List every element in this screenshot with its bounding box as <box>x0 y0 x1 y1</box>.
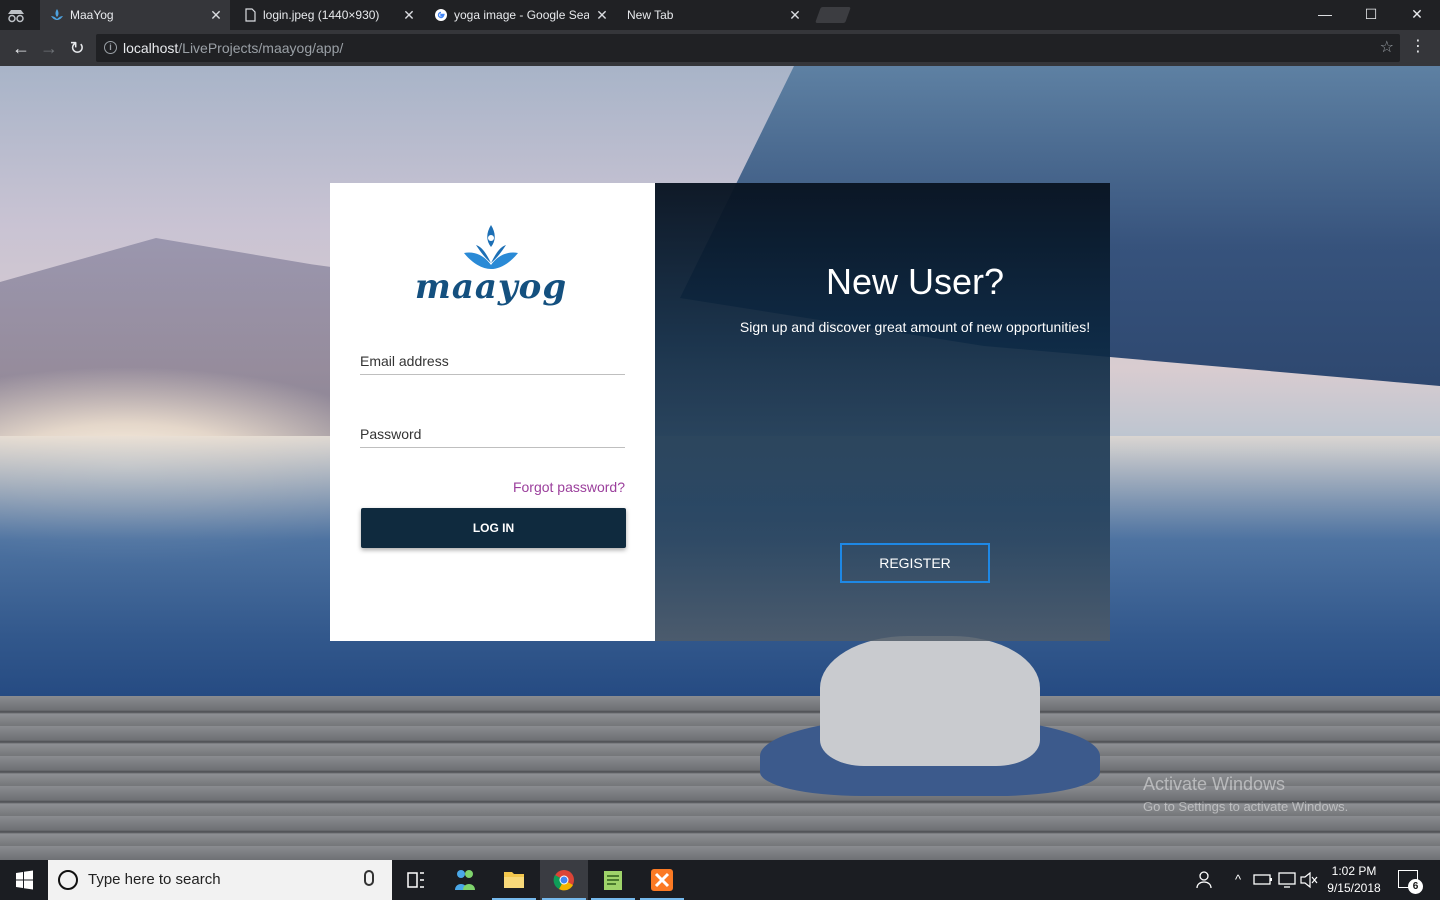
show-hidden-icons-chevron-icon[interactable]: ^ <box>1228 860 1248 900</box>
taskbar-search-placeholder: Type here to search <box>88 871 221 888</box>
page-background: maayog Forgot password? LOG IN New User?… <box>0 66 1440 860</box>
register-title: New User? <box>825 261 1005 302</box>
browser-tab-bar: MaaYog ✕ login.jpeg (1440×930) ✕ yoga im… <box>0 0 1440 30</box>
password-field-wrapper <box>360 422 625 448</box>
tab-close-icon[interactable]: ✕ <box>594 0 610 30</box>
tab-close-icon[interactable]: ✕ <box>401 0 417 30</box>
google-icon <box>435 9 447 21</box>
cortana-icon <box>58 870 78 890</box>
clock-time: 1:02 PM <box>1331 864 1377 878</box>
chrome-icon <box>553 870 574 891</box>
document-icon <box>245 8 256 22</box>
browser-menu-icon[interactable]: ⋮ <box>1408 36 1428 56</box>
maayog-favicon-icon <box>51 9 63 20</box>
logo-text: maayog <box>414 267 568 307</box>
activate-windows-watermark: Activate Windows Go to Settings to activ… <box>1143 774 1348 814</box>
register-subtitle: Sign up and discover great amount of new… <box>739 319 1091 335</box>
browser-toolbar: ← → ↻ i localhost/LiveProjects/maayog/ap… <box>0 30 1440 66</box>
watermark-title: Activate Windows <box>1143 774 1286 794</box>
email-field[interactable] <box>360 349 625 373</box>
address-bar[interactable]: i localhost/LiveProjects/maayog/app/ ☆ <box>96 34 1400 62</box>
minimize-button[interactable]: — <box>1302 0 1348 30</box>
back-arrow-icon[interactable]: ← <box>9 36 33 60</box>
reload-icon[interactable]: ↻ <box>65 36 89 60</box>
windows-taskbar: Type here to search ^ 1:02 PM 9/15/2018 … <box>0 860 1440 900</box>
people-app-icon[interactable] <box>441 860 489 900</box>
file-explorer-taskbar-button[interactable] <box>490 860 538 900</box>
microphone-icon[interactable] <box>364 870 374 886</box>
notepad-icon <box>604 871 622 890</box>
forward-arrow-icon[interactable]: → <box>37 36 61 60</box>
bookmark-star-icon[interactable]: ☆ <box>1380 34 1394 62</box>
login-panel: maayog Forgot password? LOG IN <box>330 183 655 641</box>
task-view-icon[interactable] <box>392 860 440 900</box>
watermark-subtitle: Go to Settings to activate Windows. <box>1143 799 1349 814</box>
password-field[interactable] <box>360 422 625 446</box>
tab-login-jpeg[interactable]: login.jpeg (1440×930) ✕ <box>233 0 423 30</box>
incognito-icon <box>8 10 24 23</box>
new-tab-button[interactable] <box>815 7 851 23</box>
lotus-icon <box>464 225 518 269</box>
tab-maayog[interactable]: MaaYog ✕ <box>40 0 230 30</box>
taskbar-clock[interactable]: 1:02 PM 9/15/2018 <box>1322 863 1386 897</box>
clock-date: 9/15/2018 <box>1327 881 1381 895</box>
xampp-icon <box>651 869 673 891</box>
tab-close-icon[interactable]: ✕ <box>787 0 803 30</box>
people-tray-icon[interactable] <box>1190 860 1218 900</box>
taskbar-search-box[interactable]: Type here to search <box>48 860 392 900</box>
email-field-wrapper <box>360 349 625 375</box>
tab-new-tab[interactable]: New Tab ✕ <box>617 0 809 30</box>
url-text[interactable]: localhost/LiveProjects/maayog/app/ <box>123 34 343 62</box>
chrome-taskbar-button[interactable] <box>540 860 588 900</box>
site-info-icon[interactable]: i <box>104 41 117 54</box>
volume-muted-icon[interactable] <box>1298 860 1320 900</box>
tab-title: login.jpeg (1440×930) <box>263 8 380 22</box>
xampp-taskbar-button[interactable] <box>638 860 686 900</box>
notepad-taskbar-button[interactable] <box>589 860 637 900</box>
network-icon[interactable] <box>1276 860 1298 900</box>
tab-title: New Tab <box>627 8 674 22</box>
tab-google-search[interactable]: yoga image - Google Sea ✕ <box>424 0 616 30</box>
notification-count-badge: 6 <box>1408 879 1423 894</box>
background-meditating-person <box>760 636 1100 806</box>
register-panel: New User? Sign up and discover great amo… <box>655 183 1110 641</box>
forgot-password-link[interactable]: Forgot password? <box>513 479 625 495</box>
battery-icon[interactable] <box>1252 860 1274 900</box>
windows-start-icon[interactable] <box>0 860 48 900</box>
maximize-button[interactable]: ☐ <box>1348 0 1394 30</box>
register-button[interactable]: REGISTER <box>840 543 990 583</box>
login-button[interactable]: LOG IN <box>361 508 626 548</box>
close-window-button[interactable]: ✕ <box>1394 0 1440 30</box>
tab-title: yoga image - Google Sea <box>454 8 589 22</box>
maayog-logo: maayog <box>396 223 586 308</box>
folder-icon <box>504 872 524 888</box>
tab-title: MaaYog <box>70 8 114 22</box>
tab-close-icon[interactable]: ✕ <box>208 0 224 30</box>
